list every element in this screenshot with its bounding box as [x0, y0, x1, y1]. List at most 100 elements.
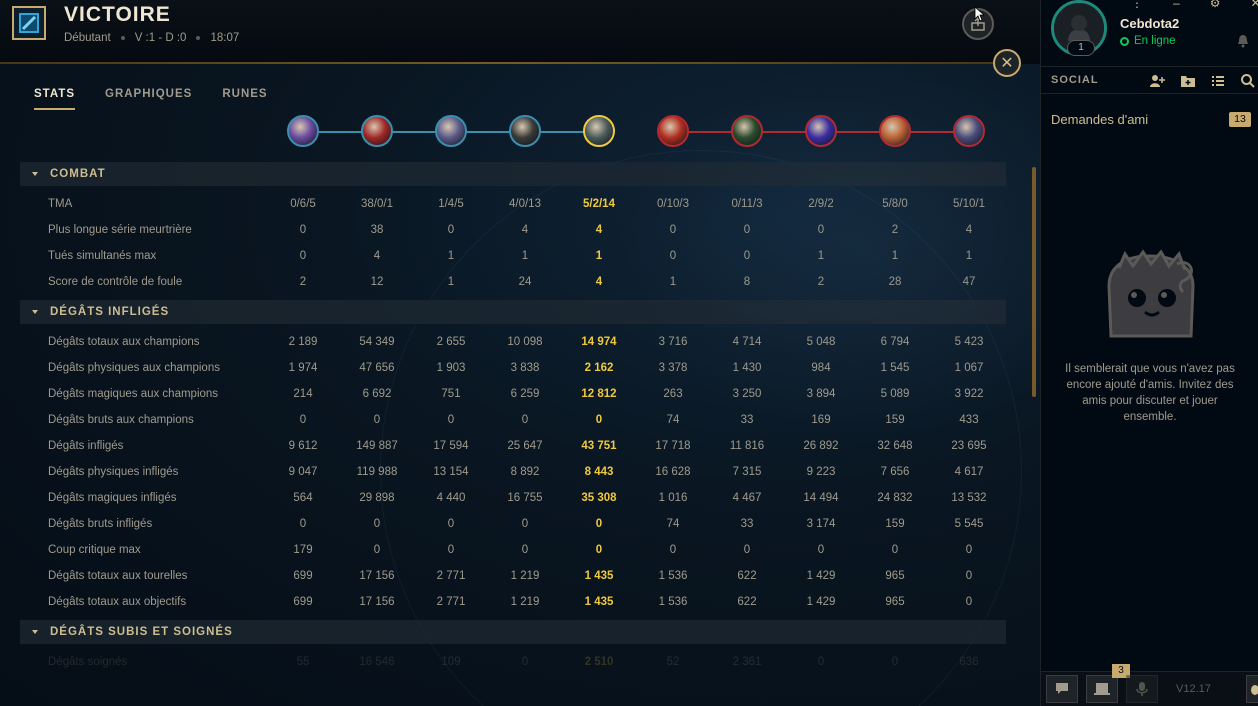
table-row: Plus longue série meurtrière 0 38 0 4 4 0 0 0 2 4	[0, 218, 1040, 244]
social-footer: 3 V12.17	[1041, 664, 1258, 706]
tab-stats[interactable]: STATS	[34, 88, 75, 110]
stat-value: 1	[669, 276, 677, 288]
stat-value: 5 423	[954, 336, 984, 348]
stat-label: Dégâts bruts infligés	[48, 518, 153, 530]
section-header[interactable]: DÉGÂTS SUBIS ET SOIGNÉS	[20, 620, 1006, 644]
stat-value: 1 435	[584, 596, 614, 608]
stat-value: 9 047	[288, 466, 318, 478]
stat-value: 0	[521, 414, 529, 426]
collapse-arrow-icon	[32, 172, 38, 176]
champion-portrait[interactable]	[953, 115, 985, 147]
minimize-icon[interactable]: –	[1173, 0, 1180, 10]
mouse-cursor-icon	[974, 6, 984, 22]
stat-value: 1 545	[880, 362, 910, 374]
stat-value: 433	[959, 414, 979, 426]
add-friend-icon[interactable]	[1149, 73, 1165, 89]
stat-value: 2	[891, 224, 899, 236]
bug-report-button[interactable]	[1246, 675, 1258, 703]
stat-value: 4	[595, 276, 603, 288]
stat-value: 8	[743, 276, 751, 288]
stat-label: Dégâts physiques aux champions	[48, 362, 220, 374]
table-row: Dégâts totaux aux objectifs 699 17 156 2 77…	[0, 590, 1040, 616]
online-status[interactable]: En ligne	[1120, 35, 1176, 47]
stat-value: 0	[743, 224, 751, 236]
stat-value: 0	[669, 224, 677, 236]
stat-value: 0	[299, 250, 307, 262]
stat-value: 4 440	[436, 492, 466, 504]
stats-tabs: STATS GRAPHIQUES RUNES	[34, 88, 268, 110]
stat-value: 24 832	[877, 492, 913, 504]
search-icon[interactable]	[1240, 73, 1256, 89]
stat-value: 4 617	[954, 466, 984, 478]
stat-value: 1/4/5	[438, 198, 464, 210]
stat-value: 4 714	[732, 336, 762, 348]
stat-label: Tués simultanés max	[48, 250, 157, 262]
voice-button[interactable]	[1126, 675, 1158, 703]
stat-value: 965	[885, 570, 905, 582]
table-row: Dégâts magiques aux champions 214 6 692 751…	[0, 382, 1040, 408]
stat-value: 0	[669, 250, 677, 262]
section-header[interactable]: DÉGÂTS INFLIGÉS	[20, 300, 1006, 324]
champion-portrait[interactable]	[361, 115, 393, 147]
champion-portrait[interactable]	[879, 115, 911, 147]
stat-value: 159	[885, 518, 905, 530]
collapse-arrow-icon	[32, 310, 38, 314]
stat-value: 7 315	[732, 466, 762, 478]
section-header[interactable]: COMBAT	[20, 162, 1006, 186]
window-controls: ⋮ – ⚙ ✕	[1131, 0, 1258, 10]
stat-value: 38	[370, 224, 384, 236]
stat-value: 5/2/14	[583, 198, 615, 210]
stat-value: 0	[669, 544, 677, 556]
bell-icon[interactable]	[1237, 34, 1249, 48]
missions-icon	[1094, 683, 1110, 695]
tab-runes[interactable]: RUNES	[222, 88, 267, 110]
tab-graphiques[interactable]: GRAPHIQUES	[105, 88, 192, 110]
stat-value: 3 174	[806, 518, 836, 530]
table-row: Dégâts infligés 9 612 149 887 17 594 25 647 4…	[0, 434, 1040, 460]
champion-portrait[interactable]	[731, 115, 763, 147]
stat-value: 1	[521, 250, 529, 262]
stat-value: 0	[373, 414, 381, 426]
stat-value: 6 259	[510, 388, 540, 400]
champion-portrait[interactable]	[657, 115, 689, 147]
chat-button[interactable]	[1046, 675, 1078, 703]
settings-icon[interactable]: ⚙	[1210, 0, 1221, 10]
empty-friends-message: Il semblerait que vous n'avez pas encore…	[1065, 363, 1235, 423]
stat-value: 5 545	[954, 518, 984, 530]
stat-value: 1 536	[658, 570, 688, 582]
missions-button[interactable]	[1086, 675, 1118, 703]
stat-value: 699	[293, 570, 313, 582]
stat-value: 5 048	[806, 336, 836, 348]
stat-value: 6 794	[880, 336, 910, 348]
champion-portrait[interactable]	[509, 115, 541, 147]
stat-value: 1	[817, 250, 825, 262]
stat-value: 17 156	[359, 596, 395, 608]
stat-value: 0	[521, 518, 529, 530]
stat-value: 0	[447, 544, 455, 556]
stat-value: 622	[737, 570, 757, 582]
friend-requests-label[interactable]: Demandes d'ami	[1051, 112, 1148, 127]
stat-value: 2 361	[732, 656, 762, 668]
champion-portrait[interactable]	[287, 115, 319, 147]
stat-value: 0	[299, 224, 307, 236]
client-version: V12.17	[1176, 683, 1211, 695]
stat-value: 9 612	[288, 440, 318, 452]
scrollbar[interactable]	[1032, 167, 1036, 397]
stat-value: 35 308	[581, 492, 617, 504]
stat-value: 33	[740, 414, 754, 426]
champion-portraits	[0, 115, 1040, 149]
add-folder-icon[interactable]	[1180, 73, 1196, 89]
close-button[interactable]: ✕	[993, 49, 1021, 77]
champion-portrait[interactable]	[805, 115, 837, 147]
list-icon[interactable]	[1210, 73, 1226, 89]
champion-portrait[interactable]	[435, 115, 467, 147]
stat-value: 751	[441, 388, 461, 400]
stat-value: 3 838	[510, 362, 540, 374]
stat-value: 5/10/1	[953, 198, 985, 210]
menu-icon[interactable]: ⋮	[1131, 0, 1143, 10]
table-row: Dégâts totaux aux champions 2 189 54 349 2 …	[0, 330, 1040, 356]
summoner-name[interactable]: Cebdota2	[1120, 16, 1179, 31]
champion-portrait[interactable]	[583, 115, 615, 147]
stat-value: 8 892	[510, 466, 540, 478]
close-window-icon[interactable]: ✕	[1250, 0, 1258, 10]
